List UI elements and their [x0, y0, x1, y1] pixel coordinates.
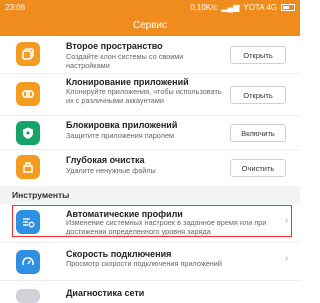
service-title: Клонирование приложений — [66, 77, 189, 87]
open-button[interactable]: Открыть — [230, 46, 286, 64]
clean-icon — [16, 155, 40, 179]
selection-highlight — [12, 205, 292, 237]
service-desc: Клонируйте приложения, чтобы использоват… — [66, 87, 222, 105]
service-desc: Защитите приложения паролем — [66, 131, 175, 140]
status-time: 23:06 — [5, 2, 26, 12]
tool-title: Скорость подключения — [66, 249, 172, 259]
service-row-clone-apps[interactable]: Клонирование приложений Клонируйте прило… — [0, 74, 300, 114]
status-right: 0,10K/c ▂▄▆ YOTA 4G — [190, 3, 295, 12]
enable-button[interactable]: Включить — [230, 124, 286, 142]
open-button[interactable]: Открыть — [230, 86, 286, 104]
lock-icon — [16, 121, 40, 145]
page-title: Сервис — [132, 19, 168, 31]
service-title: Глубокая очистка — [66, 155, 145, 165]
signal-icon: ▂▄▆ — [221, 2, 240, 12]
service-title: Блокировка приложений — [66, 120, 178, 130]
service-desc: Удалите ненужные файлы — [66, 166, 156, 175]
network-speed: 0,10K/c — [190, 2, 218, 12]
carrier: YOTA 4G — [243, 2, 277, 12]
clone-apps-icon — [16, 82, 40, 106]
service-row-deep-clean[interactable]: Глубокая очистка Удалите ненужные файлы … — [0, 150, 300, 184]
network-icon — [16, 289, 40, 303]
chevron-right-icon: › — [285, 253, 289, 264]
service-row-second-space[interactable]: Второе пространство Создайте клон систем… — [0, 36, 300, 72]
section-title-tools: Инструменты — [12, 190, 70, 200]
speed-icon — [16, 250, 40, 274]
battery-icon — [281, 3, 295, 11]
service-desc: Создайте клон системы со своими настройк… — [66, 52, 184, 70]
tool-row-network-diagnostics[interactable]: Диагностика сети — [0, 281, 300, 303]
service-row-app-lock[interactable]: Блокировка приложений Защитите приложени… — [0, 116, 300, 148]
tool-title: Диагностика сети — [66, 288, 145, 298]
tool-row-connection-speed[interactable]: Скорость подключения Просмотр скорости п… — [0, 243, 300, 279]
status-bar: 23:06 0,10K/c ▂▄▆ YOTA 4G — [0, 0, 300, 14]
service-title: Второе пространство — [66, 41, 163, 51]
second-space-icon — [16, 42, 40, 66]
app-bar: Сервис — [0, 14, 300, 36]
tool-desc: Просмотр скорости подключения приложений — [66, 259, 222, 268]
clean-button[interactable]: Очистить — [230, 159, 286, 177]
